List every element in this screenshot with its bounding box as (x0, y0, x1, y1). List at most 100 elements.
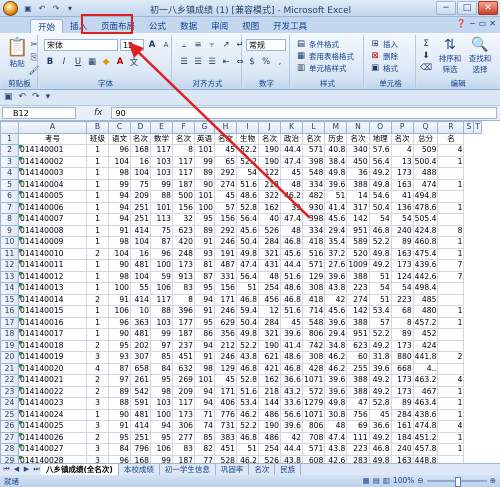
minimize-button[interactable]: − (436, 1, 456, 15)
font-color-button[interactable]: A (114, 56, 126, 68)
cell[interactable]: 173 (390, 385, 414, 398)
cell[interactable]: 322 (258, 190, 281, 203)
cell[interactable]: 94 (194, 397, 215, 410)
cell[interactable]: 98 (108, 167, 131, 180)
cell[interactable]: 53.4 (236, 397, 259, 410)
cell[interactable]: 292 (214, 167, 237, 180)
cell[interactable]: 383 (214, 431, 237, 444)
cell[interactable]: 88 (108, 397, 131, 410)
cell[interactable]: 014140007 (18, 213, 87, 226)
cell[interactable]: 50.4 (236, 316, 259, 329)
undo-icon[interactable]: ↶ (36, 2, 48, 14)
cell[interactable]: 104 (130, 167, 151, 180)
cell[interactable]: 014140025 (18, 420, 87, 433)
cell[interactable]: 31.8 (368, 351, 392, 364)
cell[interactable]: 129 (301, 270, 326, 283)
tab-data[interactable]: 数据 (173, 19, 204, 33)
cell[interactable]: 88 (150, 190, 173, 203)
cell[interactable]: 8 (390, 316, 414, 329)
sort-filter-button[interactable]: ⇅ 排序和 筛选 (436, 37, 464, 75)
cell[interactable]: 48.6 (280, 282, 303, 295)
cell[interactable]: 498.4 (412, 282, 439, 295)
cell[interactable]: 589 (346, 236, 370, 249)
cell[interactable]: 1 (86, 236, 109, 249)
column-header[interactable]: J (258, 121, 281, 134)
column-header[interactable]: T (473, 121, 483, 134)
cell[interactable]: 54 (390, 282, 414, 295)
tab-formulas[interactable]: 公式 (142, 19, 173, 33)
cell[interactable]: 122 (258, 167, 281, 180)
cell[interactable]: 44.4 (280, 443, 303, 456)
cell[interactable] (437, 328, 465, 341)
row-header[interactable]: 29 (0, 454, 19, 463)
cell[interactable]: 44.4 (280, 144, 303, 157)
cell[interactable]: 451 (172, 351, 195, 364)
cell[interactable]: 190 (258, 420, 281, 433)
cell[interactable]: 7 (437, 259, 465, 272)
row-header[interactable]: 17 (0, 316, 19, 329)
cell[interactable]: 45.6 (324, 213, 348, 226)
align-right-icon[interactable]: ☰ (206, 56, 218, 68)
column-header[interactable]: Q (412, 121, 439, 134)
cell[interactable]: 162 (258, 201, 281, 214)
column-header[interactable]: R (437, 121, 465, 134)
cell[interactable]: 623 (346, 339, 370, 352)
column-header[interactable]: C (108, 121, 131, 134)
cell[interactable]: 48 (258, 270, 281, 283)
cell[interactable]: 12 (258, 305, 281, 318)
comma-button[interactable]: , (274, 56, 286, 68)
cell[interactable]: 184 (390, 431, 414, 444)
cell[interactable]: 014140003 (18, 167, 87, 180)
sheet-tab[interactable]: 名次 (249, 464, 276, 475)
cell[interactable]: 438.6 (412, 408, 439, 421)
row-header[interactable]: 16 (0, 305, 19, 318)
cell[interactable]: 2 (437, 351, 465, 364)
cell[interactable]: 246 (214, 305, 237, 318)
cell[interactable]: 424.8 (412, 224, 439, 237)
cell[interactable]: 45.6 (324, 305, 348, 318)
cell[interactable]: 488 (412, 167, 439, 180)
row-header[interactable]: 18 (0, 328, 19, 341)
cell[interactable]: 621 (258, 351, 281, 364)
sheet-tab[interactable]: 八乡镇成绩(全名次) (41, 464, 119, 475)
cell[interactable]: 48.6 (280, 351, 303, 364)
cell[interactable]: 363 (130, 316, 151, 329)
cell[interactable]: 历史 (324, 132, 348, 145)
cell[interactable]: 45 (214, 144, 237, 157)
indent-icon[interactable]: ⇤ (220, 56, 232, 68)
align-middle-icon[interactable]: ≡ (192, 39, 204, 51)
cell[interactable]: 75 (130, 178, 151, 191)
cell[interactable]: 014140023 (18, 397, 87, 410)
cell[interactable]: 161 (390, 420, 414, 433)
cell[interactable]: 51 (368, 270, 392, 283)
column-header[interactable]: I (236, 121, 259, 134)
cell[interactable]: 91 (108, 224, 131, 237)
cell[interactable]: 106 (150, 282, 173, 295)
row-header[interactable]: 1 (0, 132, 19, 145)
row-header[interactable]: 23 (0, 385, 19, 398)
doc-close-icon[interactable]: ✕ (489, 19, 496, 28)
cell[interactable]: 16 (130, 247, 151, 260)
cell[interactable]: 39 (280, 201, 303, 214)
cell[interactable]: 93 (194, 247, 215, 260)
cell[interactable]: 39.6 (324, 316, 348, 329)
cell[interactable]: 43.8 (236, 351, 259, 364)
cell[interactable]: 54 (368, 213, 392, 226)
cell[interactable]: 1 (86, 213, 109, 226)
column-header[interactable]: B (86, 121, 109, 134)
column-header[interactable]: D (130, 121, 151, 134)
underline-button[interactable]: U (72, 56, 84, 68)
cell[interactable]: 463.2 (412, 374, 439, 387)
cell[interactable]: 173 (390, 339, 414, 352)
cell[interactable]: 202 (130, 339, 151, 352)
cell[interactable]: 251 (130, 431, 151, 444)
cell[interactable]: 54.6 (368, 190, 392, 203)
cell[interactable]: 162 (258, 374, 281, 387)
cell[interactable]: 95 (194, 316, 215, 329)
cell[interactable]: 49.8 (324, 397, 348, 410)
cell[interactable]: 442.6 (412, 270, 439, 283)
cell[interactable]: 45 (368, 408, 392, 421)
cell[interactable]: 420 (172, 236, 195, 249)
cell[interactable]: 名次 (301, 132, 326, 145)
cell[interactable]: 168 (130, 144, 151, 157)
